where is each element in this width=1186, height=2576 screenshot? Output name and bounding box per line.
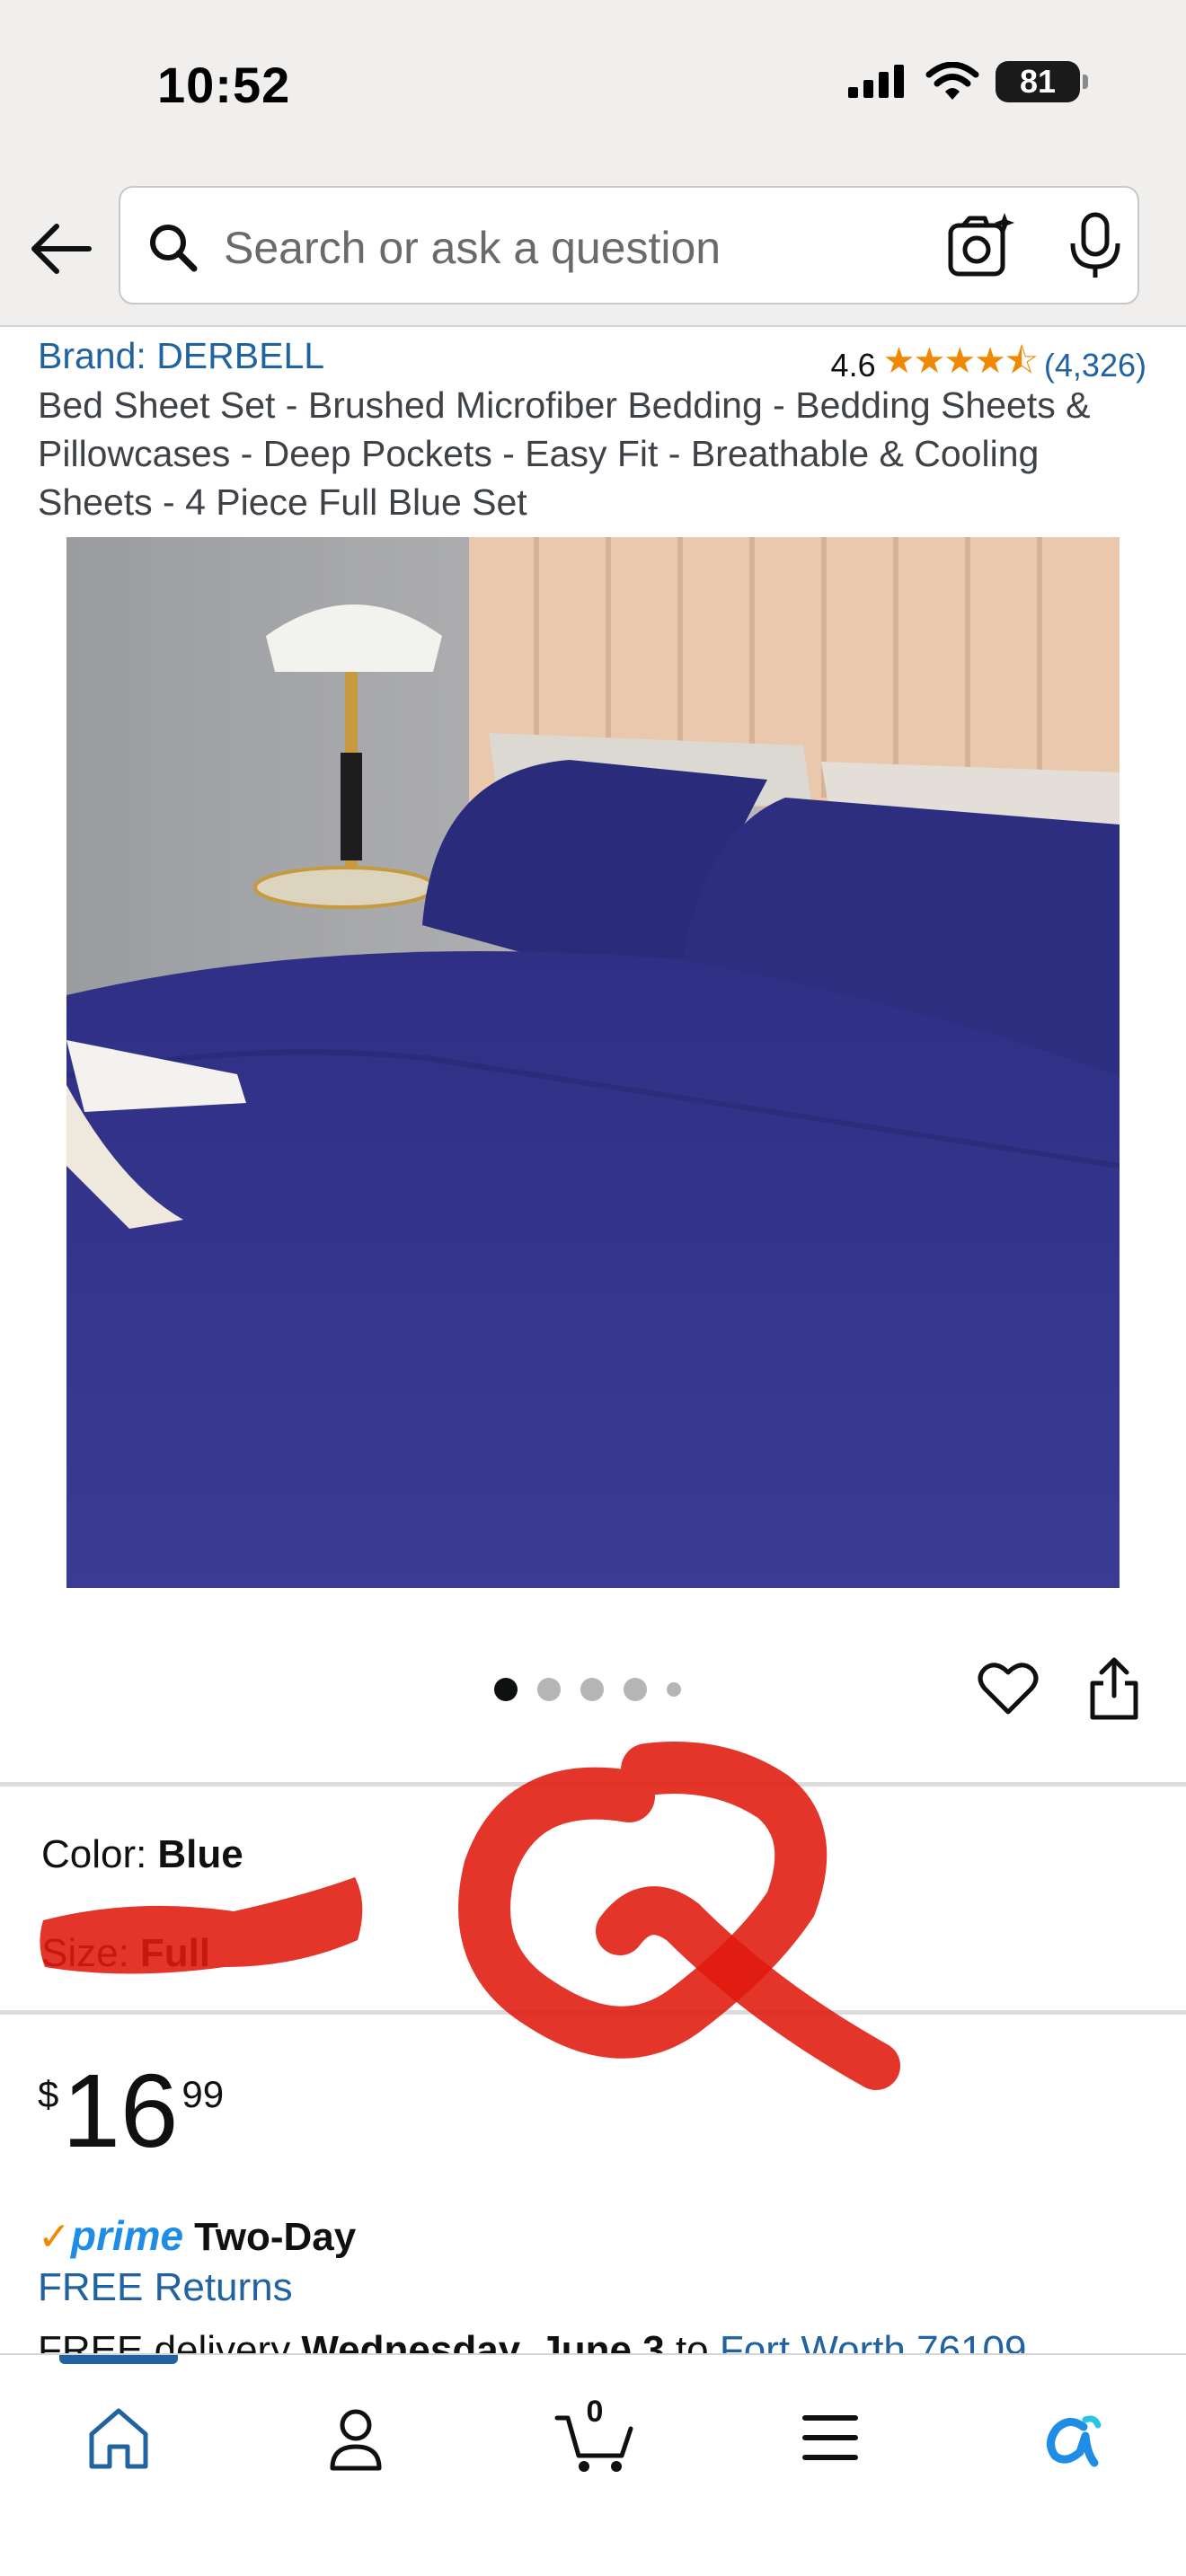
status-time: 10:52: [157, 57, 291, 113]
back-arrow-icon: [31, 224, 92, 274]
price-symbol: $: [38, 2073, 59, 2115]
color-option[interactable]: Color: Blue: [41, 1832, 243, 1877]
carousel-dot[interactable]: [624, 1678, 647, 1701]
price-whole: 16: [62, 2052, 179, 2169]
price-fraction: 99: [181, 2073, 225, 2115]
microphone-icon[interactable]: [1064, 209, 1127, 281]
cart-count: 0: [586, 2395, 604, 2429]
search-bar[interactable]: Search or ask a question: [119, 186, 1139, 304]
divider: [0, 1782, 1186, 1786]
header-area: 10:52 81 Search or ask a question: [0, 0, 1186, 327]
search-icon: [150, 225, 198, 272]
color-label: Color:: [41, 1832, 147, 1876]
free-returns-link[interactable]: FREE Returns: [38, 2265, 293, 2310]
account-icon[interactable]: [318, 2400, 394, 2475]
price: $ 16 99: [38, 2057, 224, 2165]
divider: [0, 2010, 1186, 2015]
battery-indicator: 81: [996, 61, 1088, 102]
product-image[interactable]: [66, 537, 1120, 1588]
rufus-assistant-icon[interactable]: [1031, 2400, 1107, 2475]
back-button[interactable]: [25, 214, 95, 284]
carousel-dot[interactable]: [537, 1678, 561, 1701]
active-tab-indicator: [59, 2355, 178, 2364]
color-value: Blue: [157, 1832, 243, 1876]
wishlist-heart-icon[interactable]: [978, 1658, 1039, 1719]
status-icons: 81: [846, 61, 1088, 102]
bottom-navigation: 0: [0, 2353, 1186, 2576]
share-icon[interactable]: [1087, 1654, 1141, 1721]
size-option[interactable]: Size: Full: [41, 1931, 210, 1976]
prime-logo: prime: [70, 2212, 184, 2259]
search-input[interactable]: Search or ask a question: [224, 222, 721, 274]
menu-icon[interactable]: [792, 2400, 868, 2475]
review-count-link[interactable]: (4,326): [1044, 347, 1146, 384]
home-icon[interactable]: [81, 2400, 156, 2475]
cart-button[interactable]: 0: [553, 2395, 636, 2475]
prime-badge: ✓ prime Two-Day: [38, 2211, 356, 2260]
product-title: Bed Sheet Set - Brushed Microfiber Beddi…: [38, 384, 1091, 523]
prime-check-icon: ✓: [38, 2215, 71, 2259]
prime-speed: Two-Day: [194, 2215, 357, 2259]
rating-value: 4.6: [830, 347, 876, 384]
carousel-dot[interactable]: [494, 1678, 518, 1701]
camera-search-icon[interactable]: [945, 209, 1017, 281]
size-label: Size:: [41, 1931, 129, 1975]
carousel-dot[interactable]: [580, 1678, 604, 1701]
carousel-dot[interactable]: [667, 1682, 681, 1697]
wifi-icon: [925, 62, 979, 100]
brand-link[interactable]: Brand: DERBELL: [38, 335, 324, 377]
image-carousel-dots[interactable]: [494, 1678, 681, 1701]
size-value: Full: [139, 1931, 211, 1975]
signal-icon: [848, 65, 904, 98]
